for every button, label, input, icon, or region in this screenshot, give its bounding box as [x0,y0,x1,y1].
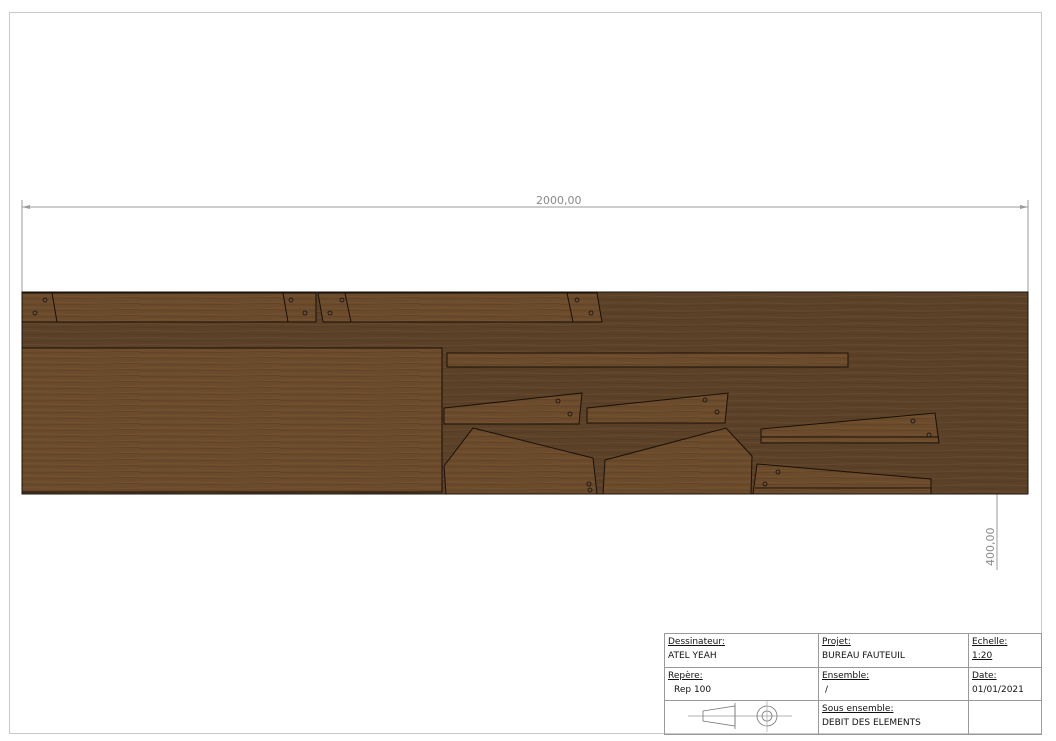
ensemble-cell: Ensemble: / [818,667,969,701]
width-dimension [21,200,1029,292]
rail-piece [21,292,317,323]
panel-piece [21,347,443,493]
sous-ensemble-cell: Sous ensemble: DEBIT DES ELEMENTS [818,700,969,735]
ensemble-value: / [825,685,829,695]
width-dimension-label: 2000,00 [536,194,582,207]
repere-cell: Repère: Rep 100 [664,667,819,701]
dessinateur-cell: Dessinateur: ATEL YEAH [664,633,819,668]
repere-value: Rep 100 [674,685,712,695]
strip-piece [446,352,849,368]
ensemble-label: Ensemble: [822,671,870,681]
echelle-label: Echelle: [972,637,1008,647]
projet-cell: Projet: BUREAU FAUTEUIL [818,633,969,668]
empty-cell [968,700,1042,735]
projection-cell [664,700,819,735]
dessinateur-label: Dessinateur: [668,637,725,647]
date-label: Date: [972,671,997,681]
sous-ensemble-value: DEBIT DES ELEMENTS [822,718,921,728]
projet-label: Projet: [822,637,851,647]
date-value: 01/01/2021 [972,685,1024,695]
projet-value: BUREAU FAUTEUIL [822,651,905,661]
repere-label: Repère: [668,671,703,681]
echelle-cell: Echelle: 1:20 [968,633,1042,668]
title-block: Dessinateur: ATEL YEAH Projet: BUREAU FA… [664,633,1042,735]
height-dimension-label: 400,00 [984,527,997,567]
date-cell: Date: 01/01/2021 [968,667,1042,701]
cutting-plan-drawing [21,200,1029,732]
rail-piece [317,292,603,323]
dessinateur-value: ATEL YEAH [668,651,717,661]
echelle-value: 1:20 [972,651,993,661]
sous-ensemble-label: Sous ensemble: [822,704,894,714]
